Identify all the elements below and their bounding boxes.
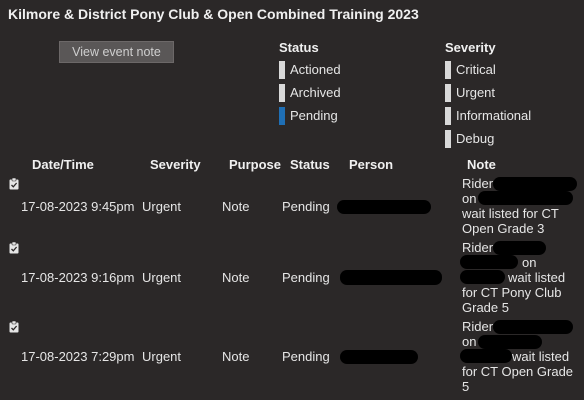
redacted-person (337, 200, 431, 214)
redacted-horse (460, 270, 505, 284)
legend-swatch (279, 60, 285, 79)
header-severity[interactable]: Severity (150, 157, 201, 172)
clipboard-icon[interactable] (9, 321, 19, 333)
legend-label: Informational (456, 108, 532, 123)
view-event-note-button[interactable]: View event note (59, 41, 174, 63)
cell-purpose: Note (222, 199, 250, 214)
legend-item-urgent[interactable]: Urgent (445, 81, 531, 104)
legend-label: Critical (456, 62, 496, 77)
status-legend: Status Actioned Archived Pending (279, 40, 341, 127)
cell-datetime: 17-08-2023 9:45pm (21, 199, 135, 214)
status-legend-heading: Status (279, 40, 319, 55)
clipboard-icon[interactable] (9, 242, 19, 254)
redacted-person (340, 350, 418, 364)
cell-purpose: Note (222, 270, 250, 285)
legend-swatch (445, 60, 451, 79)
cell-status: Pending (282, 270, 330, 285)
legend-swatch (279, 106, 285, 125)
cell-status: Pending (282, 199, 330, 214)
legend-label: Pending (290, 108, 338, 123)
header-datetime[interactable]: Date/Time (32, 157, 94, 172)
severity-legend: Severity Critical Urgent Informational D… (445, 40, 531, 150)
legend-label: Archived (290, 85, 341, 100)
legend-item-actioned[interactable]: Actioned (279, 58, 341, 81)
severity-legend-heading: Severity (445, 40, 496, 55)
redacted-rider (460, 255, 518, 269)
note-line: for CT Pony Club (462, 285, 562, 300)
legend-item-pending[interactable]: Pending (279, 104, 341, 127)
legend-swatch (279, 83, 285, 102)
page-title: Kilmore & District Pony Club & Open Comb… (8, 6, 419, 22)
legend-label: Debug (456, 131, 495, 146)
header-purpose[interactable]: Purpose (229, 157, 281, 172)
redacted-rider (493, 320, 573, 334)
note-line: Open Grade 3 (462, 221, 545, 236)
redacted-rider (493, 177, 577, 191)
cell-status: Pending (282, 349, 330, 364)
legend-item-critical[interactable]: Critical (445, 58, 531, 81)
legend-item-informational[interactable]: Informational (445, 104, 531, 127)
legend-label: Urgent (456, 85, 496, 100)
redacted-horse (478, 191, 573, 205)
legend-label: Actioned (290, 62, 341, 77)
cell-severity: Urgent (142, 349, 182, 364)
redacted-rider (493, 241, 546, 255)
note-line: Grade 5 (462, 300, 509, 315)
cell-datetime: 17-08-2023 9:16pm (21, 270, 135, 285)
redacted-rider (478, 335, 542, 349)
note-line: for CT Open Grade (462, 364, 574, 379)
redacted-horse (460, 349, 512, 363)
legend-item-debug[interactable]: Debug (445, 127, 531, 150)
cell-purpose: Note (222, 349, 250, 364)
cell-severity: Urgent (142, 199, 182, 214)
header-status[interactable]: Status (290, 157, 330, 172)
clipboard-icon[interactable] (9, 178, 19, 190)
legend-swatch (445, 106, 451, 125)
redacted-person (340, 270, 442, 285)
header-note[interactable]: Note (467, 157, 496, 172)
cell-datetime: 17-08-2023 7:29pm (21, 349, 135, 364)
legend-swatch (445, 83, 451, 102)
note-line: 5 (462, 379, 470, 394)
header-person[interactable]: Person (349, 157, 393, 172)
note-line: wait listed for CT (462, 206, 559, 221)
legend-swatch (445, 129, 451, 148)
legend-item-archived[interactable]: Archived (279, 81, 341, 104)
cell-severity: Urgent (142, 270, 182, 285)
